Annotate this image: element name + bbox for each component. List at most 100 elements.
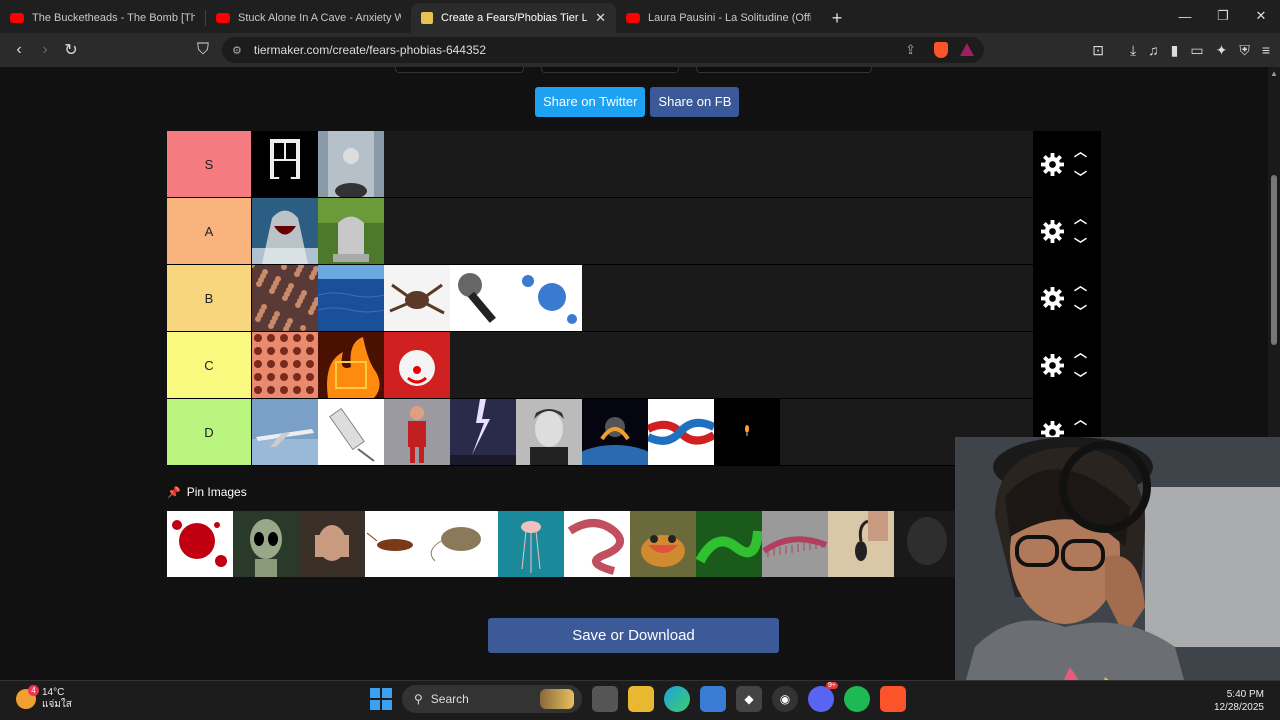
frog-image[interactable] <box>630 511 696 577</box>
syringe-image[interactable] <box>318 399 384 465</box>
gear-icon[interactable] <box>1041 354 1064 377</box>
spotify-icon[interactable] <box>844 686 870 712</box>
tier-label[interactable]: D <box>167 399 251 465</box>
cockroach-mouse-image[interactable] <box>365 511 498 577</box>
gravestone-image[interactable] <box>318 198 384 264</box>
leo-icon[interactable]: ✦ <box>1216 42 1228 59</box>
tier-label[interactable]: S <box>167 131 251 197</box>
close-tab-icon[interactable]: ✕ <box>595 10 606 26</box>
restore-icon[interactable]: ❐ <box>1204 0 1242 32</box>
download-icon[interactable]: ⤓ <box>1130 42 1136 59</box>
shark-image[interactable] <box>252 198 318 264</box>
clown-image[interactable] <box>384 332 450 398</box>
task-view-icon[interactable] <box>592 686 618 712</box>
gear-icon[interactable] <box>1041 220 1064 243</box>
taskbar-search[interactable]: ⚲ Search <box>402 685 582 713</box>
weather-widget[interactable]: 4 14°C แจ่มใส <box>16 685 72 711</box>
brave-taskbar-icon[interactable] <box>880 686 906 712</box>
cut-off-button[interactable] <box>395 67 524 73</box>
bookmark-icon[interactable]: ⛉ <box>190 41 216 59</box>
puppet-image[interactable] <box>384 399 450 465</box>
share-fb-button[interactable]: Share on FB <box>650 87 740 117</box>
scroll-thumb[interactable] <box>1271 175 1277 345</box>
sidebar-icon[interactable]: ▮ <box>1171 42 1179 59</box>
forward-icon[interactable]: › <box>32 41 58 59</box>
scorpion-image[interactable] <box>828 511 894 577</box>
high-place-pov-image[interactable] <box>318 131 384 197</box>
move-up-icon[interactable]: ︿ <box>1074 208 1087 227</box>
worm-image[interactable] <box>564 511 630 577</box>
window-silhouette-image[interactable] <box>252 131 318 197</box>
tab-bucketheads[interactable]: The Bucketheads - The Bomb [These <box>0 3 205 33</box>
man-portrait-image[interactable] <box>516 399 582 465</box>
file-explorer-icon[interactable] <box>628 686 654 712</box>
edge-icon[interactable] <box>664 686 690 712</box>
move-down-icon[interactable]: ﹀ <box>1074 301 1087 320</box>
site-settings-icon[interactable]: ⚙ <box>232 44 242 57</box>
crowd-image[interactable] <box>252 265 318 331</box>
knot-image[interactable] <box>648 399 714 465</box>
close-window-icon[interactable]: ✕ <box>1242 0 1280 32</box>
microphone-image[interactable] <box>450 265 516 331</box>
fire-image[interactable] <box>318 332 384 398</box>
tier-items[interactable] <box>251 265 1033 331</box>
green-snake-image[interactable] <box>696 511 762 577</box>
tier-label[interactable]: C <box>167 332 251 398</box>
tab-search-icon[interactable]: ⊡ <box>1092 42 1104 59</box>
music-icon[interactable]: ♫ <box>1148 42 1159 58</box>
move-up-icon[interactable]: ︿ <box>1074 342 1087 361</box>
tab-laura-pausini[interactable]: Laura Pausini - La Solitudine (Official <box>616 3 821 33</box>
move-down-icon[interactable]: ﹀ <box>1074 368 1087 387</box>
obs-icon[interactable]: ◉ <box>772 686 798 712</box>
centipede-image[interactable] <box>762 511 828 577</box>
store-icon[interactable] <box>700 686 726 712</box>
vpn-icon[interactable]: ⛨ <box>1239 42 1250 59</box>
reload-icon[interactable]: ↻ <box>58 40 84 60</box>
save-download-button[interactable]: Save or Download <box>488 618 779 653</box>
share-twitter-button[interactable]: Share on Twitter <box>535 87 646 117</box>
unity-icon[interactable]: ◆ <box>736 686 762 712</box>
lightning-image[interactable] <box>450 399 516 465</box>
minimize-icon[interactable]: — <box>1166 0 1204 32</box>
alien-image[interactable] <box>233 511 299 577</box>
tier-items[interactable] <box>251 399 1033 465</box>
jellyfish-image[interactable] <box>498 511 564 577</box>
gear-icon[interactable] <box>1041 153 1064 176</box>
ocean-image[interactable] <box>318 265 384 331</box>
move-up-icon[interactable]: ︿ <box>1074 409 1087 428</box>
brave-rewards-icon[interactable] <box>960 43 974 56</box>
tier-items[interactable] <box>251 198 1033 264</box>
airplane-image[interactable] <box>252 399 318 465</box>
move-down-icon[interactable]: ﹀ <box>1074 167 1087 186</box>
tab-stuck-alone[interactable]: Stuck Alone In A Cave - Anxiety Warr <box>206 3 411 33</box>
tier-items[interactable] <box>251 332 1033 398</box>
move-up-icon[interactable]: ︿ <box>1074 141 1087 160</box>
tier-label[interactable]: B <box>167 265 251 331</box>
move-up-icon[interactable]: ︿ <box>1074 275 1087 294</box>
brave-shield-icon[interactable] <box>934 42 948 58</box>
cut-off-button[interactable] <box>696 67 872 73</box>
tab-tiermaker[interactable]: Create a Fears/Phobias Tier List - ✕ <box>411 3 616 33</box>
new-tab-button[interactable]: + <box>821 3 853 33</box>
dark-fog-image[interactable] <box>894 511 960 577</box>
virus-image[interactable] <box>516 265 582 331</box>
asteroid-earth-image[interactable] <box>582 399 648 465</box>
back-icon[interactable]: ‹ <box>6 41 32 59</box>
cut-off-button[interactable] <box>541 67 679 73</box>
tier-label[interactable]: A <box>167 198 251 264</box>
system-clock[interactable]: 5:40 PM 12/28/2025 <box>1214 688 1264 714</box>
tarantula-image[interactable] <box>384 265 450 331</box>
blood-image[interactable] <box>167 511 233 577</box>
gear-icon[interactable] <box>1041 287 1064 310</box>
scared-woman-image[interactable] <box>299 511 365 577</box>
address-bar[interactable]: ⚙ tiermaker.com/create/fears-phobias-644… <box>222 37 984 63</box>
discord-icon[interactable]: 9+ <box>808 682 838 712</box>
share-icon[interactable]: ⇪ <box>905 42 916 58</box>
candle-dark-image[interactable] <box>714 399 780 465</box>
menu-icon[interactable]: ≡ <box>1262 42 1270 58</box>
windows-start-icon[interactable] <box>370 688 392 710</box>
move-down-icon[interactable]: ﹀ <box>1074 234 1087 253</box>
scroll-up-icon[interactable]: ▲ <box>1270 69 1278 78</box>
holes-trypophobia-image[interactable] <box>252 332 318 398</box>
wallet-icon[interactable]: ▭ <box>1190 42 1203 59</box>
